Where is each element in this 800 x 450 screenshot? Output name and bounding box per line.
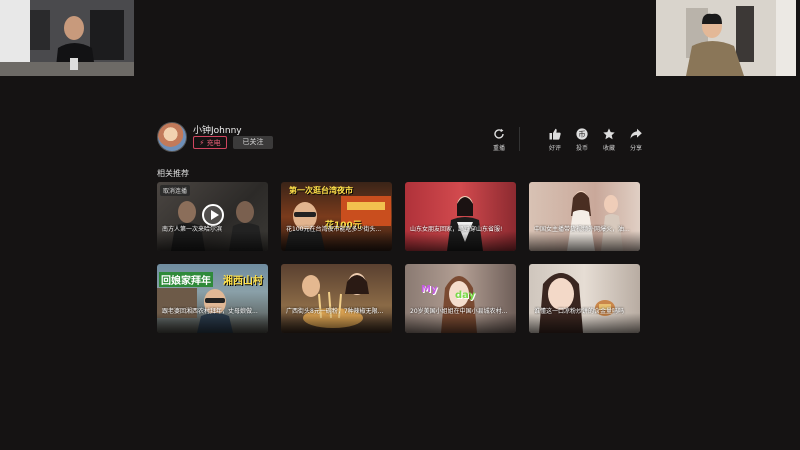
- video-card[interactable]: 山东女朋友回家，踊跃穿山东省服!: [405, 182, 516, 251]
- thumbnail-overlay-text: day: [455, 290, 476, 301]
- share-label: 分享: [629, 145, 642, 152]
- video-title: 山东女朋友回家，踊跃穿山东省服!: [410, 226, 503, 233]
- video-card[interactable]: My day 20岁美国小姐姐在中国小县城农村...: [405, 264, 516, 333]
- caption-shade: [281, 313, 392, 333]
- video-card[interactable]: 回娘家拜年 湘西山村 跟老婆回湘西农村拜年，丈母娘做...: [157, 264, 268, 333]
- coin-icon: 币: [576, 128, 588, 140]
- like-label: 好评: [548, 145, 561, 152]
- charge-button[interactable]: ⚡ 充电: [193, 136, 227, 149]
- avatar[interactable]: [157, 122, 187, 152]
- replay-icon: [494, 128, 504, 139]
- like-button[interactable]: 好评: [543, 128, 567, 152]
- coin-label: 投币: [575, 145, 588, 152]
- video-card[interactable]: 中国女主播带货视频外网爆火，油...: [529, 182, 640, 251]
- caption-shade: [529, 231, 640, 251]
- replay-label: 重播: [492, 145, 505, 152]
- caption-shade: [281, 231, 392, 251]
- replay-button[interactable]: 重播: [487, 128, 511, 152]
- lightning-icon: ⚡: [199, 139, 205, 147]
- favorite-button[interactable]: 收藏: [597, 128, 621, 152]
- webcam-left: [0, 0, 134, 76]
- video-title: 20岁美国小姐姐在中国小县城农村...: [410, 308, 508, 315]
- favorite-label: 收藏: [602, 145, 615, 152]
- author-name[interactable]: 小钟Johnny: [193, 123, 242, 136]
- webcam-right: [656, 0, 796, 76]
- caption-shade: [405, 231, 516, 251]
- video-title: 跟老婆回湘西农村拜年，丈母娘做...: [162, 308, 258, 315]
- svg-text:币: 币: [579, 131, 586, 139]
- thumbnail-overlay-text: 回娘家拜年: [159, 272, 213, 287]
- section-title: 相关推荐: [157, 169, 189, 178]
- video-title: 中国女主播带货视频外网爆火，油...: [534, 226, 630, 233]
- video-card[interactable]: 取消连播 南方人第一次来哈尔滨: [157, 182, 268, 251]
- thumbnail-overlay-text: My: [421, 284, 438, 295]
- thumbs-up-icon: [549, 128, 561, 140]
- star-icon: [603, 128, 615, 140]
- caption-shade: [405, 313, 516, 333]
- divider: [519, 127, 520, 151]
- video-title: 广西街头8元一碗粉，7种辣椒无限...: [286, 308, 384, 315]
- cancel-autoplay-button[interactable]: 取消连播: [160, 185, 191, 196]
- share-icon: [630, 128, 642, 139]
- caption-shade: [529, 313, 640, 333]
- video-title: 花100元在台湾夜市能吃多少街头...: [286, 226, 382, 233]
- play-icon[interactable]: [202, 204, 224, 226]
- coin-button[interactable]: 币 投币: [570, 128, 594, 152]
- caption-shade: [157, 231, 268, 251]
- caption-shade: [157, 313, 268, 333]
- charge-label: 充电: [206, 139, 221, 147]
- video-card[interactable]: 第一次逛台湾夜市 花100元 花100元在台湾夜市能吃多少街头...: [281, 182, 392, 251]
- video-title: 谁懂这一口凉粉炒饼的含金量吗吗: [534, 308, 625, 315]
- follow-button[interactable]: 已关注: [233, 136, 273, 149]
- share-button[interactable]: 分享: [624, 128, 648, 152]
- video-title: 南方人第一次来哈尔滨: [162, 226, 223, 233]
- video-card[interactable]: 谁懂这一口凉粉炒饼的含金量吗吗: [529, 264, 640, 333]
- thumbnail-overlay-text: 第一次逛台湾夜市: [289, 186, 353, 195]
- video-card[interactable]: 广西街头8元一碗粉，7种辣椒无限...: [281, 264, 392, 333]
- thumbnail-overlay-text: 湘西山村: [223, 276, 263, 287]
